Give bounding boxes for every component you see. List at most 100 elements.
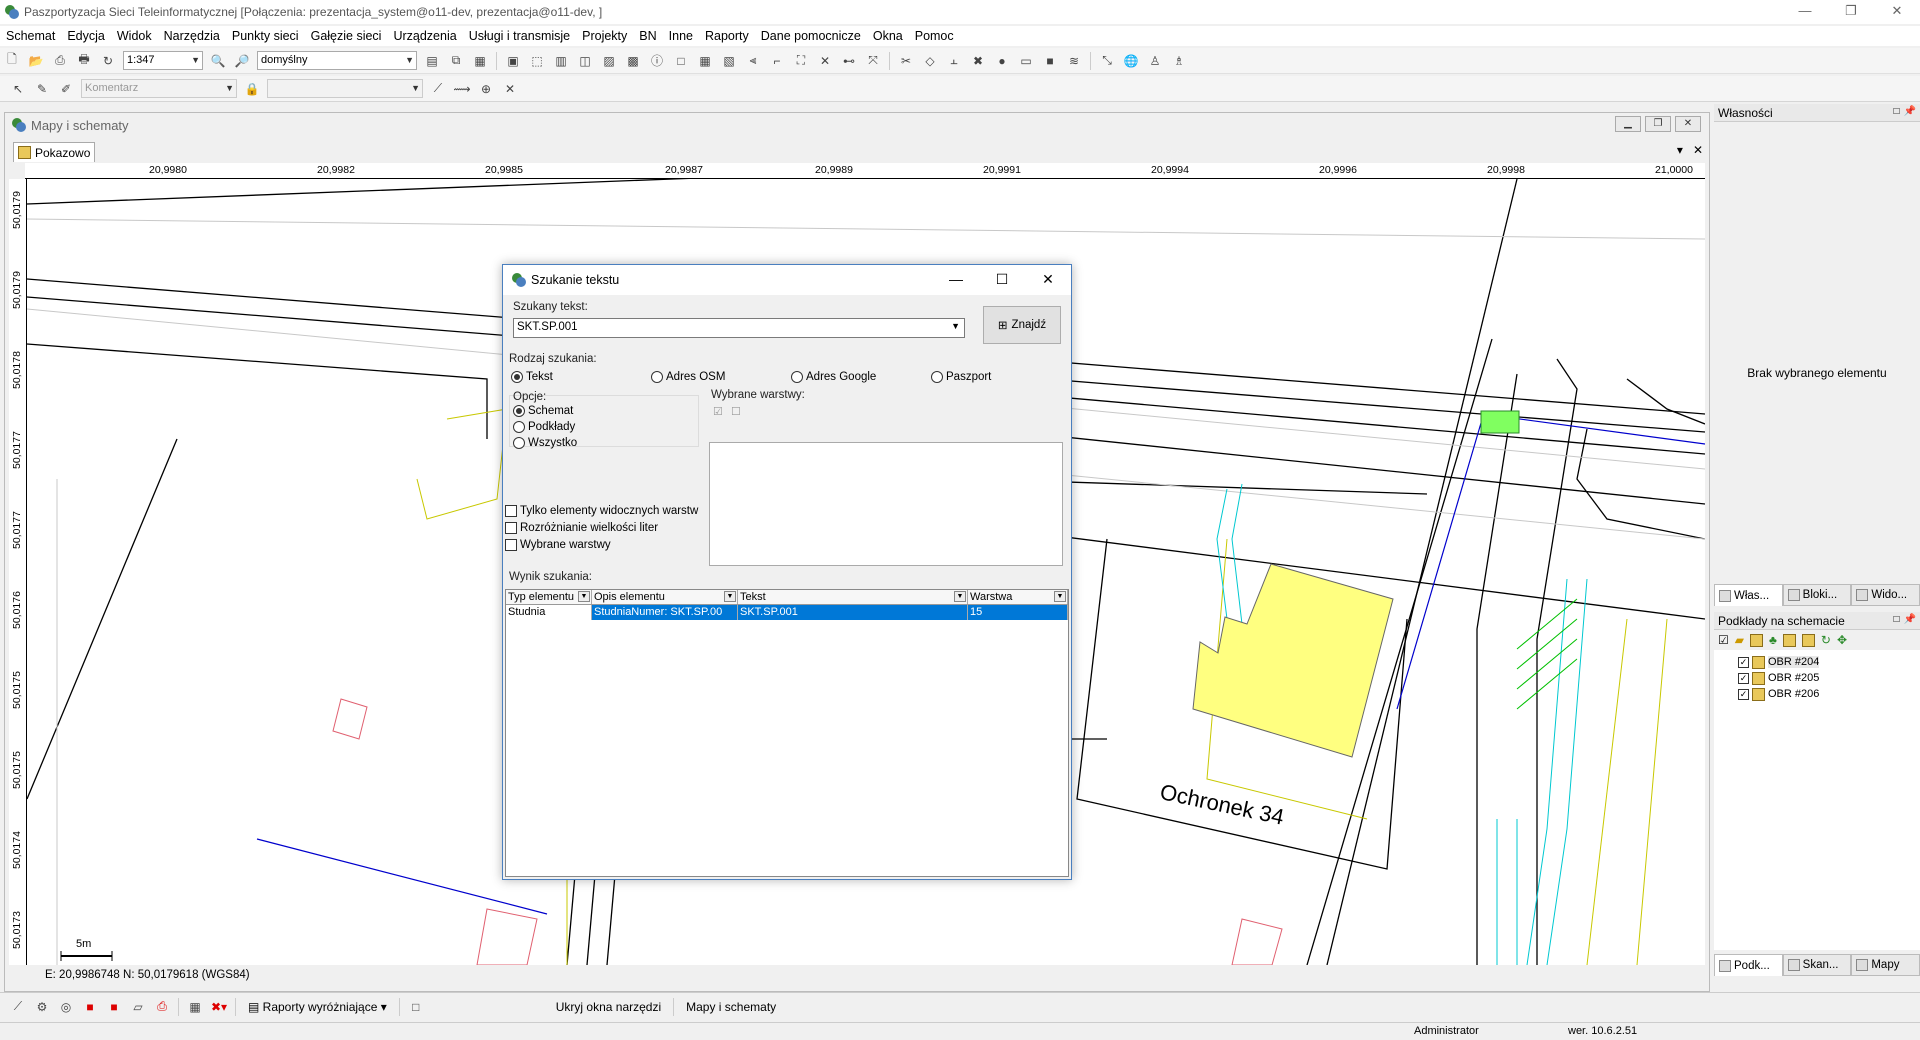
split-icon[interactable]: ⫠ [944,51,964,71]
restore-icon[interactable]: ❐ [1645,116,1671,132]
minimize-icon[interactable]: — [933,265,979,293]
layer-icon[interactable]: ▤ [422,51,442,71]
menu-narzedzia[interactable]: Narzędzia [158,29,226,43]
zoom-in-icon[interactable]: 🔎 [232,51,252,71]
radio-paszport[interactable]: Paszport [931,371,991,383]
polyline-icon[interactable]: ⟿ [452,79,472,99]
refresh-icon[interactable]: ↻ [98,51,118,71]
zoom-out-icon[interactable]: 🔍 [208,51,228,71]
menu-urzadzenia[interactable]: Urządzenia [387,29,462,43]
edit-icon[interactable]: ▱ [128,997,148,1017]
menu-bn[interactable]: BN [633,29,662,43]
info-icon[interactable]: ⓘ [647,51,667,71]
square-icon[interactable]: □ [406,997,426,1017]
menu-schemat[interactable]: Schemat [0,29,61,43]
tabs-dropdown-icon[interactable]: ▾ [1677,143,1683,157]
grid-icon[interactable]: ▣ [503,51,523,71]
layers-list[interactable] [709,442,1063,566]
tab-close-icon[interactable]: ✕ [1693,143,1703,157]
checkbox-visible-layers[interactable]: Tylko elementy widocznych warstw [505,505,698,517]
measure-icon[interactable]: ⊷ [839,51,859,71]
radio-podklady[interactable]: Podkłady [513,421,575,433]
pin-icon[interactable]: 📌 [1904,614,1916,625]
close-icon[interactable]: ✕ [1675,116,1701,132]
layer-item[interactable]: ✓ OBR #204 [1714,654,1920,670]
menu-punkty-sieci[interactable]: Punkty sieci [226,29,305,43]
radio-schemat[interactable]: Schemat [513,405,573,417]
column-header[interactable]: Tekst ▼ [738,590,968,604]
delete-icon[interactable]: ✖ [968,51,988,71]
tab-skany[interactable]: Skan... [1782,954,1852,976]
refresh-icon[interactable]: ↻ [1821,633,1831,647]
stop-icon[interactable]: ● [992,51,1012,71]
filter-icon[interactable]: ▼ [954,591,966,602]
column-header[interactable]: Typ elementu ▼ [506,590,592,604]
menu-inne[interactable]: Inne [663,29,699,43]
grid-icon[interactable]: ▦ [185,997,205,1017]
column-header[interactable]: Warstwa ▼ [968,590,1068,604]
check-all-icon[interactable]: ☑ [1718,633,1729,647]
pen-icon[interactable]: ⟋ [8,997,28,1017]
menu-okna[interactable]: Okna [867,29,909,43]
background-map-icon[interactable]: ▨ [599,51,619,71]
new-icon[interactable]: 🗋 [2,51,22,71]
menu-pomoc[interactable]: Pomoc [909,29,960,43]
checkbox-checked[interactable]: ✓ [1738,656,1749,668]
corner-icon[interactable]: ⌐ [767,51,787,71]
frame-icon[interactable]: ⛶ [791,51,811,71]
hide-tools-button[interactable]: Ukryj okna narzędzi [548,1000,669,1014]
align-icon[interactable]: ⫷ [743,51,763,71]
pointer-icon[interactable]: ↖ [8,79,28,99]
tools-icon[interactable]: ⚙ [32,997,52,1017]
globe-icon[interactable]: 🌐 [1121,51,1141,71]
folder-icon[interactable]: ▰ [1735,633,1744,647]
draw-icon[interactable]: ✐ [56,79,76,99]
layers-icon[interactable]: ◫ [575,51,595,71]
chevron-down-icon[interactable]: ▼ [951,321,960,331]
red-x-icon[interactable]: ✖▾ [209,997,229,1017]
minimize-icon[interactable]: — [1782,0,1828,24]
restore-icon[interactable]: ❐ [1828,0,1874,24]
restore-icon[interactable]: □ [1894,614,1900,625]
checkbox-checked[interactable]: ✓ [1738,672,1749,684]
radio-tekst[interactable]: Tekst [511,371,553,383]
close-icon[interactable]: ✕ [1025,265,1071,293]
checkbox-case-sensitive[interactable]: Rozróżnianie wielkości liter [505,522,658,534]
search-input[interactable]: SKT.SP.001 ▼ [513,318,965,338]
radio-wszystko[interactable]: Wszystko [513,437,577,449]
pin-icon[interactable]: 📌 [1904,106,1916,117]
circle-icon[interactable]: ◎ [56,997,76,1017]
column-header[interactable]: Opis elementu ▼ [592,590,738,604]
cross-icon[interactable]: ✕ [815,51,835,71]
minimize-icon[interactable]: ▁ [1615,116,1641,132]
image-icon[interactable]: ▩ [623,51,643,71]
filter-icon[interactable]: ▼ [578,591,590,602]
puzzle-icon[interactable]: ✥ [1837,633,1847,647]
tree-icon[interactable]: ♣ [1769,633,1777,647]
tab-bloki[interactable]: Bloki... [1782,584,1852,606]
panel-icon[interactable]: ▧ [719,51,739,71]
layer-item[interactable]: ✓ OBR #205 [1714,670,1920,686]
red-square2-icon[interactable]: ■ [104,997,124,1017]
layer-icon[interactable] [1782,633,1796,647]
menu-projekty[interactable]: Projekty [576,29,633,43]
tab-podklady[interactable]: Podk... [1714,954,1783,976]
connect-icon[interactable]: ⊕ [476,79,496,99]
user2-icon[interactable]: ♗ [1169,51,1189,71]
scale-combo[interactable]: 1:347 ▼ [123,51,203,70]
select-icon[interactable]: ⬚ [527,51,547,71]
stack-icon[interactable]: ≋ [1064,51,1084,71]
add-layer-icon[interactable] [1750,633,1763,647]
layer-remove-icon[interactable] [1801,633,1815,647]
open-icon[interactable]: 📂 [26,51,46,71]
menu-edycja[interactable]: Edycja [61,29,111,43]
line-icon[interactable]: ⟋ [428,79,448,99]
table-row[interactable]: Studnia StudniaNumer: SKT.SP.00 SKT.SP.0… [506,605,1068,620]
close-x-icon[interactable]: ✕ [500,79,520,99]
radio-adres-osm[interactable]: Adres OSM [651,371,725,383]
lock-icon[interactable]: 🔒 [242,79,262,99]
filter-icon[interactable]: ▼ [724,591,736,602]
menu-raporty[interactable]: Raporty [699,29,755,43]
layer-item[interactable]: ✓ OBR #206 [1714,686,1920,702]
export-icon[interactable]: ⎙ [50,51,70,71]
